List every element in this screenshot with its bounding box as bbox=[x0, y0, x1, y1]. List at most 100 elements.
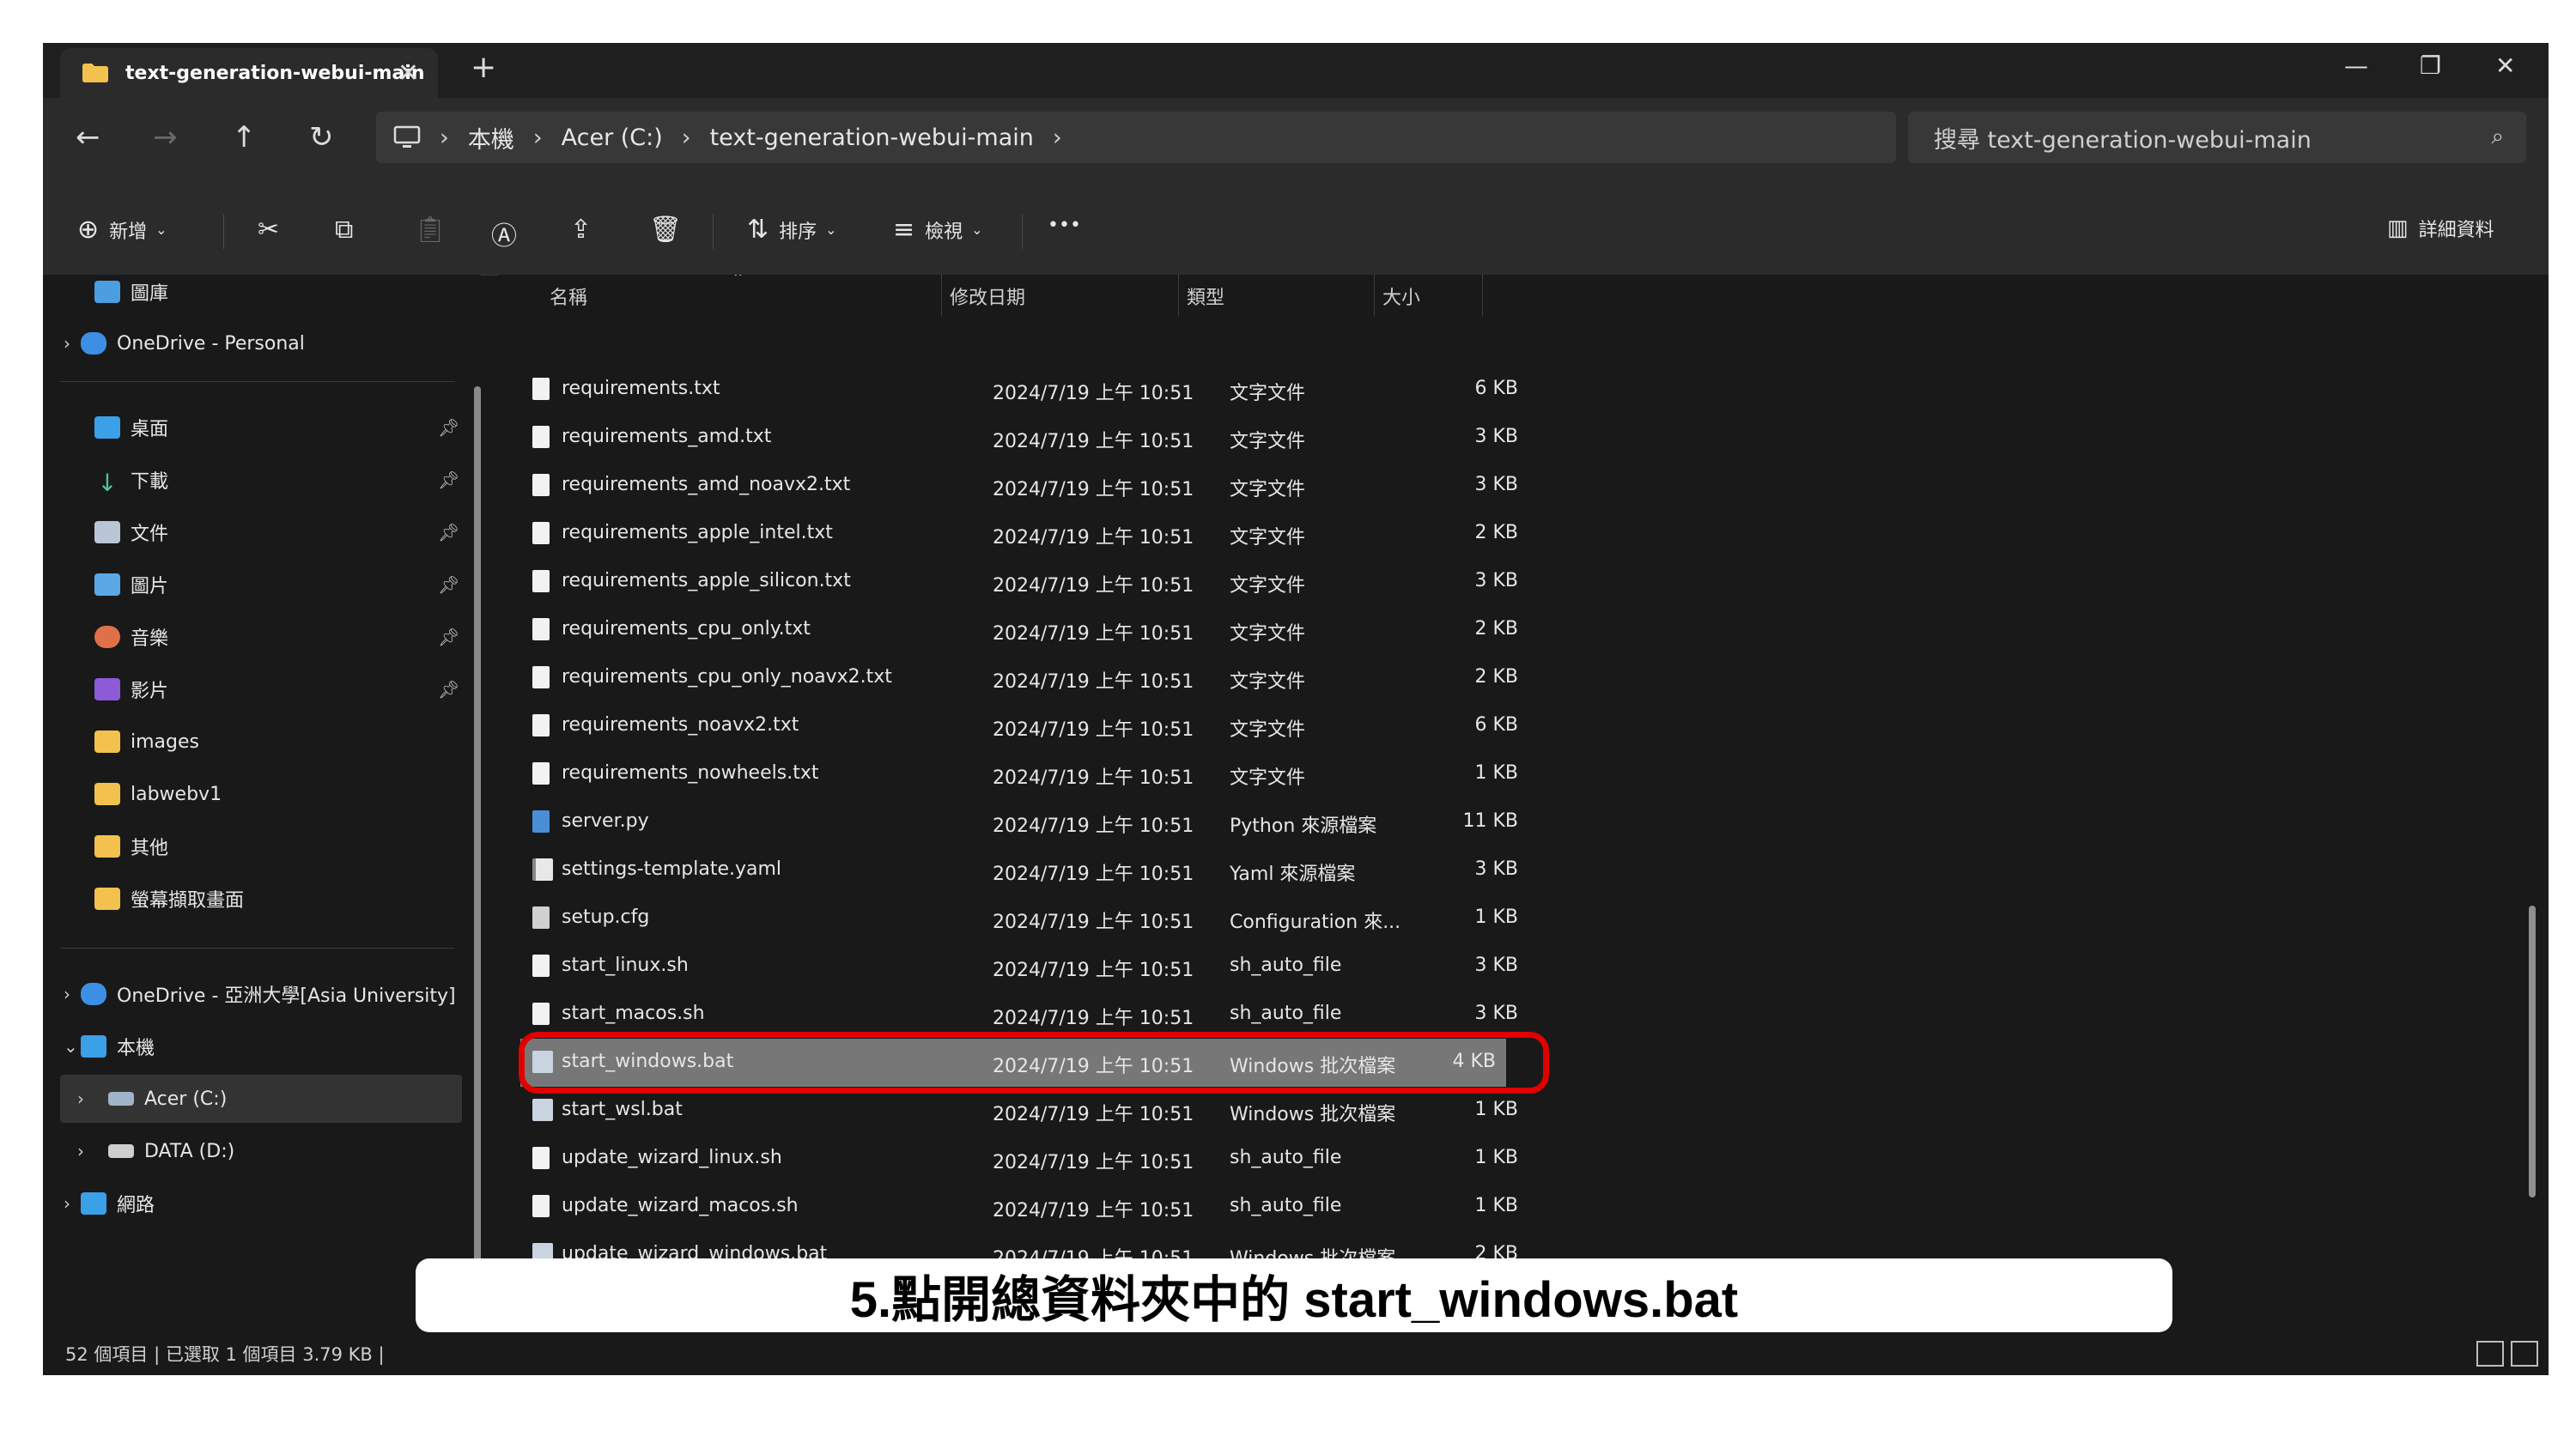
chevron-right-icon[interactable]: › bbox=[64, 1193, 81, 1214]
gallery-icon bbox=[94, 281, 120, 303]
details-view-icon[interactable] bbox=[2476, 1341, 2504, 1367]
sidebar-item-videos[interactable]: 影片 bbox=[77, 665, 168, 713]
column-header-size[interactable]: 大小 bbox=[1382, 275, 1420, 318]
sidebar-item-images[interactable]: images bbox=[77, 718, 199, 766]
sidebar-item-labwebv1[interactable]: labwebv1 bbox=[77, 770, 222, 818]
pin-icon[interactable]: 📌︎ bbox=[438, 679, 459, 700]
back-icon[interactable]: ← bbox=[76, 120, 100, 155]
sidebar-item-gallery[interactable]: 圖庫 bbox=[77, 268, 168, 316]
table-row[interactable]: start_wsl.bat 2024/7/19 上午 10:51 Windows 批… bbox=[498, 1087, 1528, 1135]
network-icon bbox=[81, 1192, 106, 1215]
table-row[interactable]: requirements.txt 2024/7/19 上午 10:51 文字文件 6 … bbox=[498, 366, 1528, 414]
cut-button[interactable]: ✂ bbox=[258, 215, 289, 245]
table-row[interactable]: requirements_cpu_only_noavx2.txt 2024/7/1… bbox=[498, 654, 1528, 702]
table-row[interactable]: start_linux.sh 2024/7/19 上午 10:51 sh_auto_… bbox=[498, 943, 1528, 991]
file-icon bbox=[532, 1003, 550, 1025]
chevron-down-icon: ⌄ bbox=[825, 221, 837, 238]
table-row[interactable]: update_wizard_macos.sh 2024/7/19 上午 10:51… bbox=[498, 1183, 1528, 1231]
chevron-right-icon[interactable]: › bbox=[77, 1141, 94, 1161]
table-row[interactable]: requirements_noavx2.txt 2024/7/19 上午 10:5… bbox=[498, 702, 1528, 750]
sort-button[interactable]: ⇅ 排序 ⌄ bbox=[747, 215, 837, 245]
rename-button[interactable]: Ⓐ bbox=[491, 215, 527, 252]
column-divider[interactable] bbox=[941, 275, 942, 316]
file-name: requirements_apple_silicon.txt bbox=[562, 570, 851, 591]
file-name: requirements_cpu_only.txt bbox=[562, 618, 811, 640]
sidebar-item-other[interactable]: 其他 bbox=[77, 822, 168, 870]
column-header-name[interactable]: 名稱 bbox=[550, 275, 587, 318]
sidebar-item-data-d[interactable]: › DATA (D:) bbox=[77, 1127, 234, 1175]
sidebar-item-pictures[interactable]: 圖片 bbox=[77, 561, 168, 609]
sidebar-item-screenshots[interactable]: 螢幕擷取畫面 bbox=[77, 875, 244, 923]
copy-button[interactable]: ⧉ bbox=[335, 215, 363, 245]
table-row[interactable]: update_wizard_linux.sh 2024/7/19 上午 10:51… bbox=[498, 1135, 1528, 1183]
column-label: 修改日期 bbox=[950, 288, 1026, 309]
up-icon[interactable]: ↑ bbox=[232, 120, 257, 155]
sidebar-item-this-pc[interactable]: ⌄ 本機 bbox=[64, 1022, 155, 1070]
close-window-icon[interactable]: ✕ bbox=[2495, 52, 2515, 80]
minimize-icon[interactable]: — bbox=[2344, 52, 2368, 80]
share-button[interactable]: ⇪ bbox=[570, 215, 602, 245]
search-input[interactable]: 搜尋 text-generation-webui-main ⌕ bbox=[1908, 112, 2526, 163]
chevron-down-icon[interactable]: ⌄ bbox=[64, 1036, 81, 1057]
details-pane-button[interactable]: ▥ 詳細資料 bbox=[2387, 215, 2494, 242]
sidebar-scrollbar[interactable] bbox=[474, 386, 481, 1303]
breadcrumb-acer-c[interactable]: Acer (C:) bbox=[562, 124, 663, 151]
column-divider[interactable] bbox=[1178, 275, 1179, 316]
chevron-right-icon[interactable]: › bbox=[77, 1088, 94, 1109]
tutorial-caption: 5.點開總資料夾中的 start_windows.bat bbox=[416, 1258, 2172, 1332]
sidebar-item-downloads[interactable]: ↓ 下載 bbox=[77, 456, 168, 504]
tab-text-generation-webui-main[interactable]: text-generation-webui-main ✕ bbox=[60, 48, 438, 98]
sidebar-item-network[interactable]: › 網路 bbox=[64, 1179, 155, 1228]
table-row[interactable]: requirements_cpu_only.txt 2024/7/19 上午 10… bbox=[498, 606, 1528, 654]
batch-file-icon bbox=[532, 1099, 553, 1121]
sidebar-item-documents[interactable]: 文件 bbox=[77, 508, 168, 556]
table-row[interactable]: settings-template.yaml 2024/7/19 上午 10:51… bbox=[498, 846, 1528, 894]
chevron-right-icon[interactable]: › bbox=[1053, 124, 1062, 151]
computer-icon bbox=[81, 1035, 106, 1058]
file-name: requirements_noavx2.txt bbox=[562, 714, 799, 736]
column-divider[interactable] bbox=[1374, 275, 1375, 316]
table-row[interactable]: requirements_amd_noavx2.txt 2024/7/19 上午 … bbox=[498, 462, 1528, 510]
pin-icon[interactable]: 📌︎ bbox=[438, 417, 459, 438]
refresh-icon[interactable]: ↻ bbox=[309, 120, 334, 155]
file-name: start_wsl.bat bbox=[562, 1099, 683, 1120]
address-bar[interactable]: › 本機 › Acer (C:) › text-generation-webui… bbox=[376, 112, 1896, 163]
sidebar-item-music[interactable]: 音樂 bbox=[77, 613, 168, 661]
table-row[interactable]: requirements_amd.txt 2024/7/19 上午 10:51 文字… bbox=[498, 414, 1528, 462]
table-row[interactable]: requirements_nowheels.txt 2024/7/19 上午 10… bbox=[498, 750, 1528, 798]
more-options-button[interactable]: ••• bbox=[1048, 215, 1081, 236]
column-divider[interactable] bbox=[1482, 275, 1483, 316]
column-header-modified[interactable]: 修改日期 bbox=[950, 275, 1025, 318]
table-row[interactable]: setup.cfg 2024/7/19 上午 10:51 Configuration… bbox=[498, 894, 1528, 943]
pin-icon[interactable]: 📌︎ bbox=[438, 522, 459, 543]
new-button[interactable]: ⊕ 新增 ⌄ bbox=[77, 215, 167, 245]
tiles-view-icon[interactable] bbox=[2511, 1341, 2538, 1367]
file-list-scrollbar[interactable] bbox=[2529, 906, 2536, 1197]
file-type: 文字文件 bbox=[1230, 767, 1306, 789]
new-tab-button[interactable]: + bbox=[471, 50, 496, 85]
sidebar-item-acer-c[interactable]: › Acer (C:) bbox=[77, 1075, 227, 1123]
pin-icon[interactable]: 📌︎ bbox=[438, 627, 459, 647]
table-row[interactable]: requirements_apple_intel.txt 2024/7/19 上午… bbox=[498, 510, 1528, 558]
column-header-type[interactable]: 類型 bbox=[1187, 275, 1224, 318]
table-row[interactable]: server.py 2024/7/19 上午 10:51 Python 來源檔案 11… bbox=[498, 798, 1528, 846]
table-row[interactable]: requirements_apple_silicon.txt 2024/7/19 … bbox=[498, 558, 1528, 606]
pin-icon[interactable]: 📌︎ bbox=[438, 470, 459, 490]
file-size: 2 KB bbox=[1474, 522, 1518, 543]
view-button[interactable]: ≡ 檢視 ⌄ bbox=[893, 215, 983, 245]
paste-button[interactable]: 📋︎ bbox=[414, 215, 457, 245]
sidebar-item-onedrive-asia[interactable]: › OneDrive - 亞洲大學[Asia University] bbox=[64, 970, 456, 1018]
forward-icon[interactable]: → bbox=[153, 120, 178, 155]
sidebar-item-desktop[interactable]: 桌面 bbox=[77, 403, 168, 452]
sidebar-item-onedrive-personal[interactable]: › OneDrive - Personal bbox=[64, 319, 305, 367]
chevron-right-icon[interactable]: › bbox=[64, 984, 81, 1004]
tab-close-icon[interactable]: ✕ bbox=[398, 58, 419, 88]
music-icon bbox=[94, 626, 120, 648]
pin-icon[interactable]: 📌︎ bbox=[438, 574, 459, 595]
delete-button[interactable]: 🗑︎ bbox=[649, 215, 692, 245]
file-date: 2024/7/19 上午 10:51 bbox=[993, 1152, 1194, 1173]
chevron-right-icon[interactable]: › bbox=[64, 333, 81, 354]
breadcrumb-current-folder[interactable]: text-generation-webui-main bbox=[710, 124, 1034, 151]
maximize-icon[interactable]: ❐ bbox=[2420, 52, 2441, 80]
breadcrumb-this-pc[interactable]: 本機 bbox=[468, 121, 514, 155]
